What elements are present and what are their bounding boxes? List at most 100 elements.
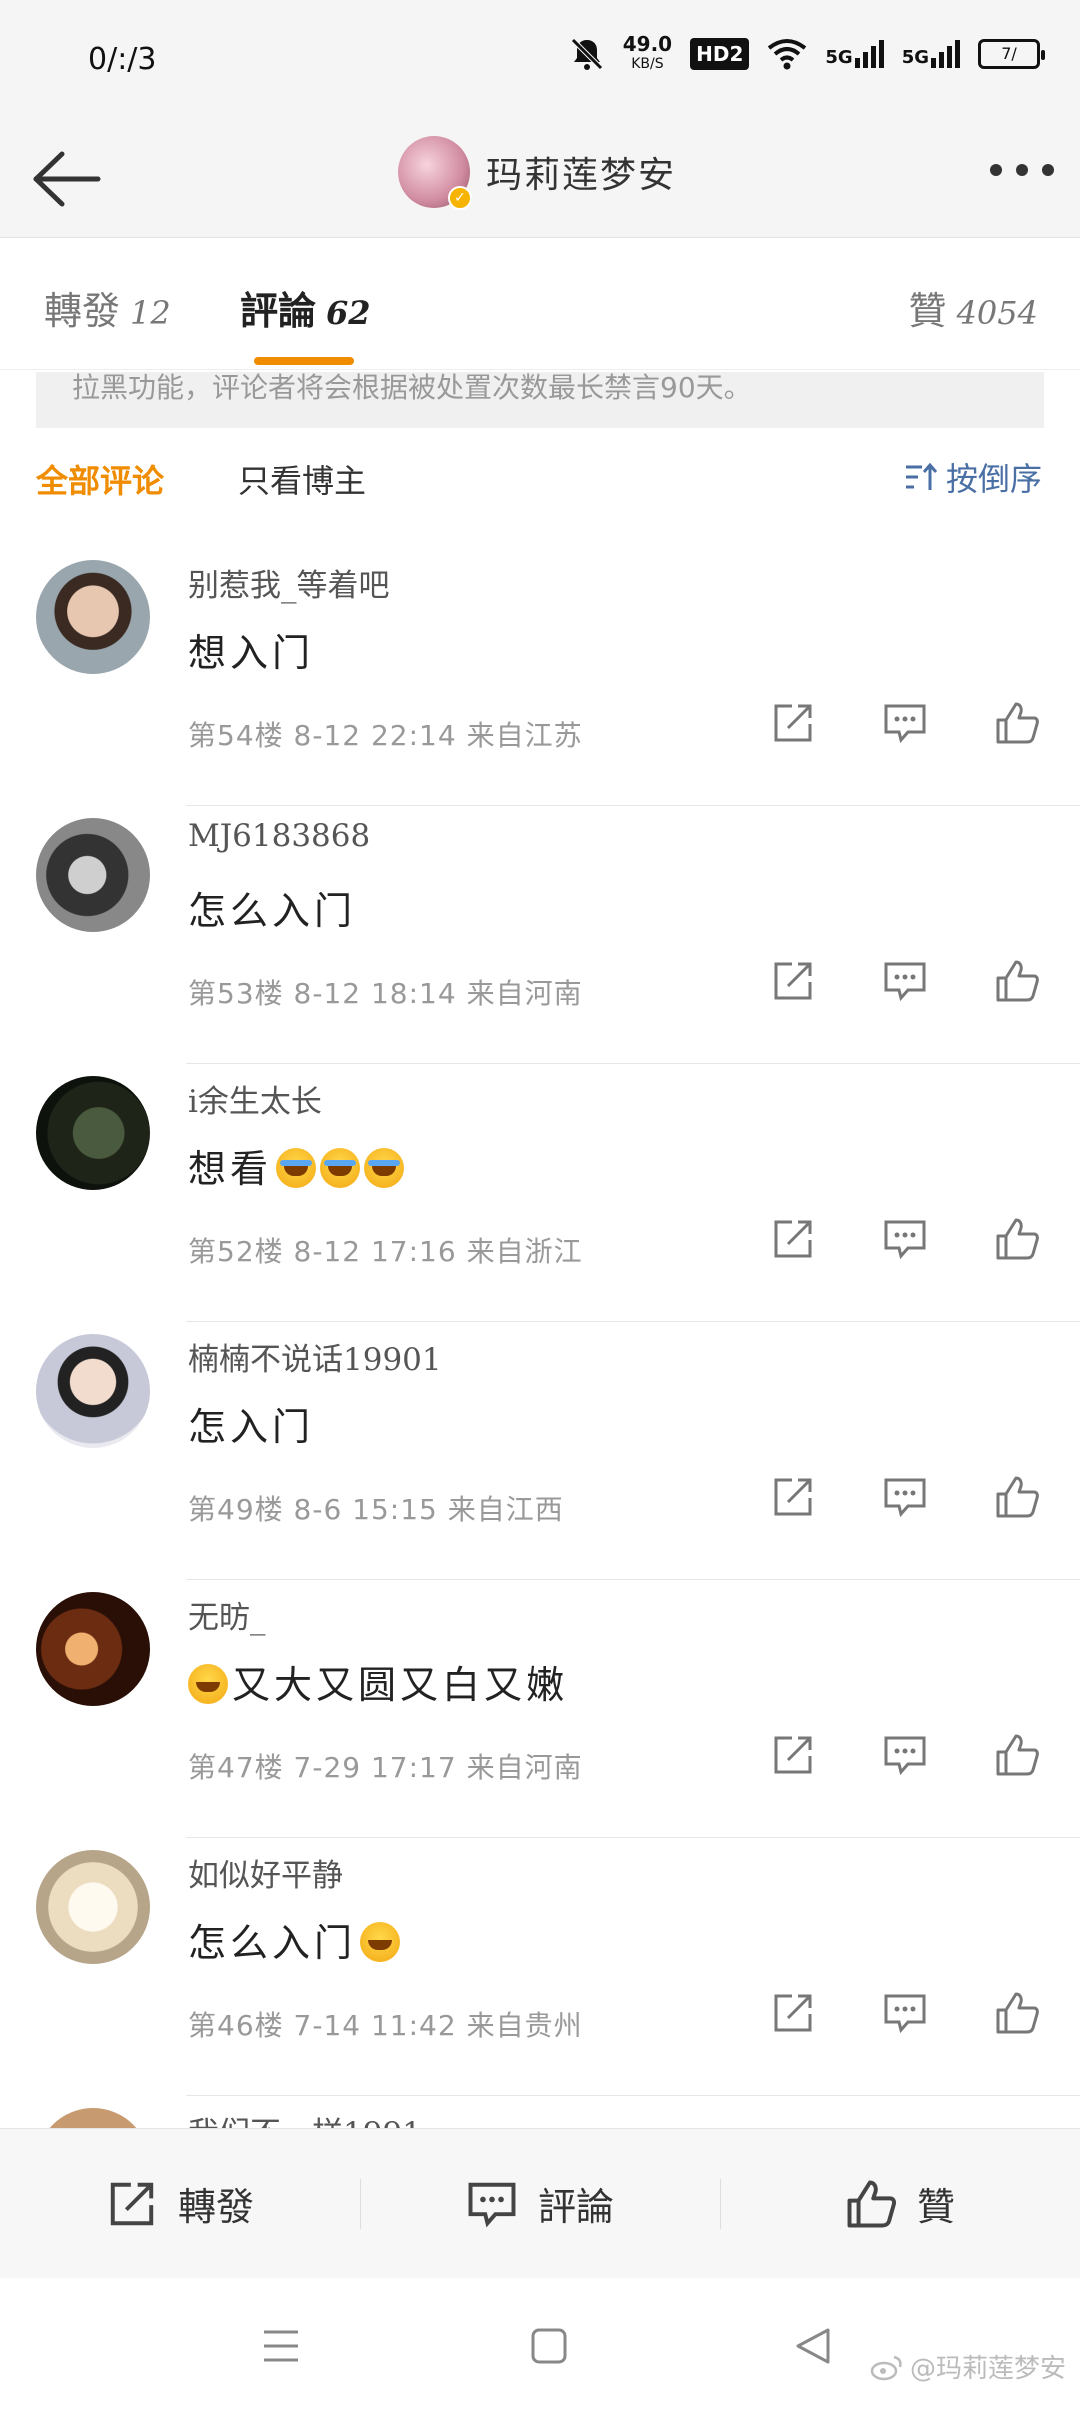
comment-text: 怎么入门 (188, 889, 357, 933)
status-time: 0/:/3 (88, 42, 157, 77)
more-dots-icon[interactable] (990, 164, 1054, 176)
comment-meta: 第49楼 8-6 15:15 来自江西 (188, 1493, 564, 1526)
watermark-text: @玛莉莲梦安 (909, 2354, 1066, 2384)
comment-filter: 全部评论 只看博主 按倒序 (0, 450, 1080, 510)
share-icon[interactable] (770, 1990, 816, 2036)
page-title: 玛莉莲梦安 (486, 155, 677, 196)
comment-item: 无昉_ 又大又圆又白又嫩 第47楼 7-29 17:17 来自河南 (0, 1580, 1080, 1838)
like-icon[interactable] (994, 700, 1040, 746)
comment-text: 想入门 (188, 631, 315, 675)
status-icons: 49.0 KB/S HD2 5G 5G 7/ (569, 34, 1045, 74)
comment-item: 别惹我_等着吧 想入门 第54楼 8-12 22:14 来自江苏 (0, 548, 1080, 806)
comment-item: 楠楠不说话19901 怎入门 第49楼 8-6 15:15 来自江西 (0, 1322, 1080, 1580)
signal-icon-sim2: 5G (902, 40, 960, 68)
comment-icon[interactable] (882, 1216, 928, 1262)
back-triangle-icon[interactable] (794, 2326, 832, 2366)
comment-actions (770, 1732, 1040, 1778)
comment-icon[interactable] (882, 1990, 928, 2036)
forward-label: 轉發 (177, 2185, 254, 2229)
crying-emoji-icon (320, 1148, 361, 1188)
filter-host-only[interactable]: 只看博主 (238, 456, 366, 502)
avatar[interactable] (36, 1334, 150, 1448)
share-icon[interactable] (770, 1474, 816, 1520)
like-icon[interactable] (994, 1216, 1040, 1262)
comment-author[interactable]: i余生太长 (188, 1076, 322, 1121)
notice-banner: 拉黑功能，评论者将会根据被处置次数最长禁言90天。 (36, 372, 1044, 428)
comment-text: 又大又圆又白又嫩 (188, 1654, 568, 1709)
crying-emoji-icon (364, 1148, 405, 1188)
comment-label: 評論 (537, 2185, 614, 2229)
comment-meta: 第47楼 7-29 17:17 来自河南 (188, 1751, 583, 1784)
sort-icon (905, 462, 938, 490)
comment-item: 如似好平静 怎么入门 第46楼 7-14 11:42 来自贵州 (0, 1838, 1080, 2096)
status-bar: 0/:/3 49.0 KB/S HD2 5G 5G 7/ (0, 0, 1080, 120)
home-icon[interactable] (530, 2326, 568, 2366)
comment-meta: 第52楼 8-12 17:16 来自浙江 (188, 1235, 583, 1268)
tab-comments[interactable]: 評論 62 (240, 280, 371, 365)
comment-actions (770, 700, 1040, 746)
notice-text: 拉黑功能，评论者将会根据被处置次数最长禁言90天。 (72, 372, 752, 404)
comment-item: i余生太长 想看 第52楼 8-12 17:16 来自浙江 (0, 1064, 1080, 1322)
like-icon[interactable] (994, 1474, 1040, 1520)
like-button[interactable]: 贊 (720, 2129, 1080, 2278)
header-user[interactable]: ✓ 玛莉莲梦安 (398, 136, 677, 210)
comment-text: 怎入门 (188, 1405, 315, 1449)
forward-button[interactable]: 轉發 (0, 2129, 360, 2278)
comment-icon[interactable] (882, 700, 928, 746)
like-icon[interactable] (994, 1732, 1040, 1778)
share-icon[interactable] (770, 958, 816, 1004)
avatar[interactable] (36, 1076, 150, 1190)
tab-likes[interactable]: 贊 4054 (909, 280, 1038, 335)
verified-badge-icon: ✓ (448, 186, 472, 210)
comment-actions (770, 1474, 1040, 1520)
comment-icon[interactable] (882, 1732, 928, 1778)
share-icon[interactable] (770, 1732, 816, 1778)
sort-button[interactable]: 按倒序 (904, 454, 1042, 500)
sort-label: 按倒序 (945, 460, 1042, 498)
comment-author[interactable]: 别惹我_等着吧 (188, 560, 390, 605)
comment-author[interactable]: 无昉_ (188, 1592, 266, 1637)
avatar[interactable] (36, 1850, 150, 1964)
avatar[interactable] (36, 560, 150, 674)
weibo-logo-icon (870, 2355, 902, 2380)
share-icon (110, 2182, 154, 2225)
comment-icon[interactable] (882, 958, 928, 1004)
filter-all-comments[interactable]: 全部评论 (36, 456, 164, 502)
comment-author[interactable]: 楠楠不说话19901 (188, 1334, 442, 1379)
battery-icon: 7/ (978, 39, 1045, 69)
active-tab-indicator (254, 357, 354, 365)
comment-author[interactable]: MJ6183868 (188, 818, 370, 854)
hd-icon: HD2 (690, 38, 750, 70)
comment-actions (770, 1990, 1040, 2036)
avatar[interactable] (36, 818, 150, 932)
comment-actions (770, 1216, 1040, 1262)
tab-bar: 轉發 12 評論 62 贊 4054 (0, 238, 1080, 370)
comment-item: MJ6183868 怎么入门 第53楼 8-12 18:14 来自河南 (0, 806, 1080, 1064)
share-icon[interactable] (770, 1216, 816, 1262)
avatar[interactable]: ✓ (398, 136, 472, 210)
menu-icon[interactable] (262, 2326, 300, 2366)
arrow-left-icon[interactable] (28, 146, 104, 212)
like-icon[interactable] (994, 1990, 1040, 2036)
comment-meta: 第53楼 8-12 18:14 来自河南 (188, 977, 583, 1010)
like-label: 贊 (916, 2185, 955, 2229)
comment-author[interactable]: 如似好平静 (188, 1850, 343, 1895)
comment-meta: 第46楼 7-14 11:42 来自贵州 (188, 2009, 583, 2042)
signal-icon-sim1: 5G (825, 40, 884, 68)
mute-icon (570, 38, 603, 70)
like-icon[interactable] (994, 958, 1040, 1004)
bottom-action-bar: 轉發 評論 贊 (0, 2128, 1080, 2278)
comment-text: 怎么入门 (188, 1912, 401, 1967)
comment-button[interactable]: 評論 (360, 2129, 720, 2278)
system-nav-bar: @玛莉莲梦安 (0, 2278, 1080, 2412)
top-app-bar: ✓ 玛莉莲梦安 (0, 120, 1080, 238)
comment-text: 想看 (188, 1138, 405, 1193)
comment-icon (468, 2182, 516, 2227)
comment-icon[interactable] (882, 1474, 928, 1520)
comment-actions (770, 958, 1040, 1004)
kiss-emoji-icon (360, 1922, 401, 1962)
avatar[interactable] (36, 1592, 150, 1706)
share-icon[interactable] (770, 700, 816, 746)
wifi-icon (768, 39, 807, 70)
tab-forwards[interactable]: 轉發 12 (44, 280, 171, 335)
